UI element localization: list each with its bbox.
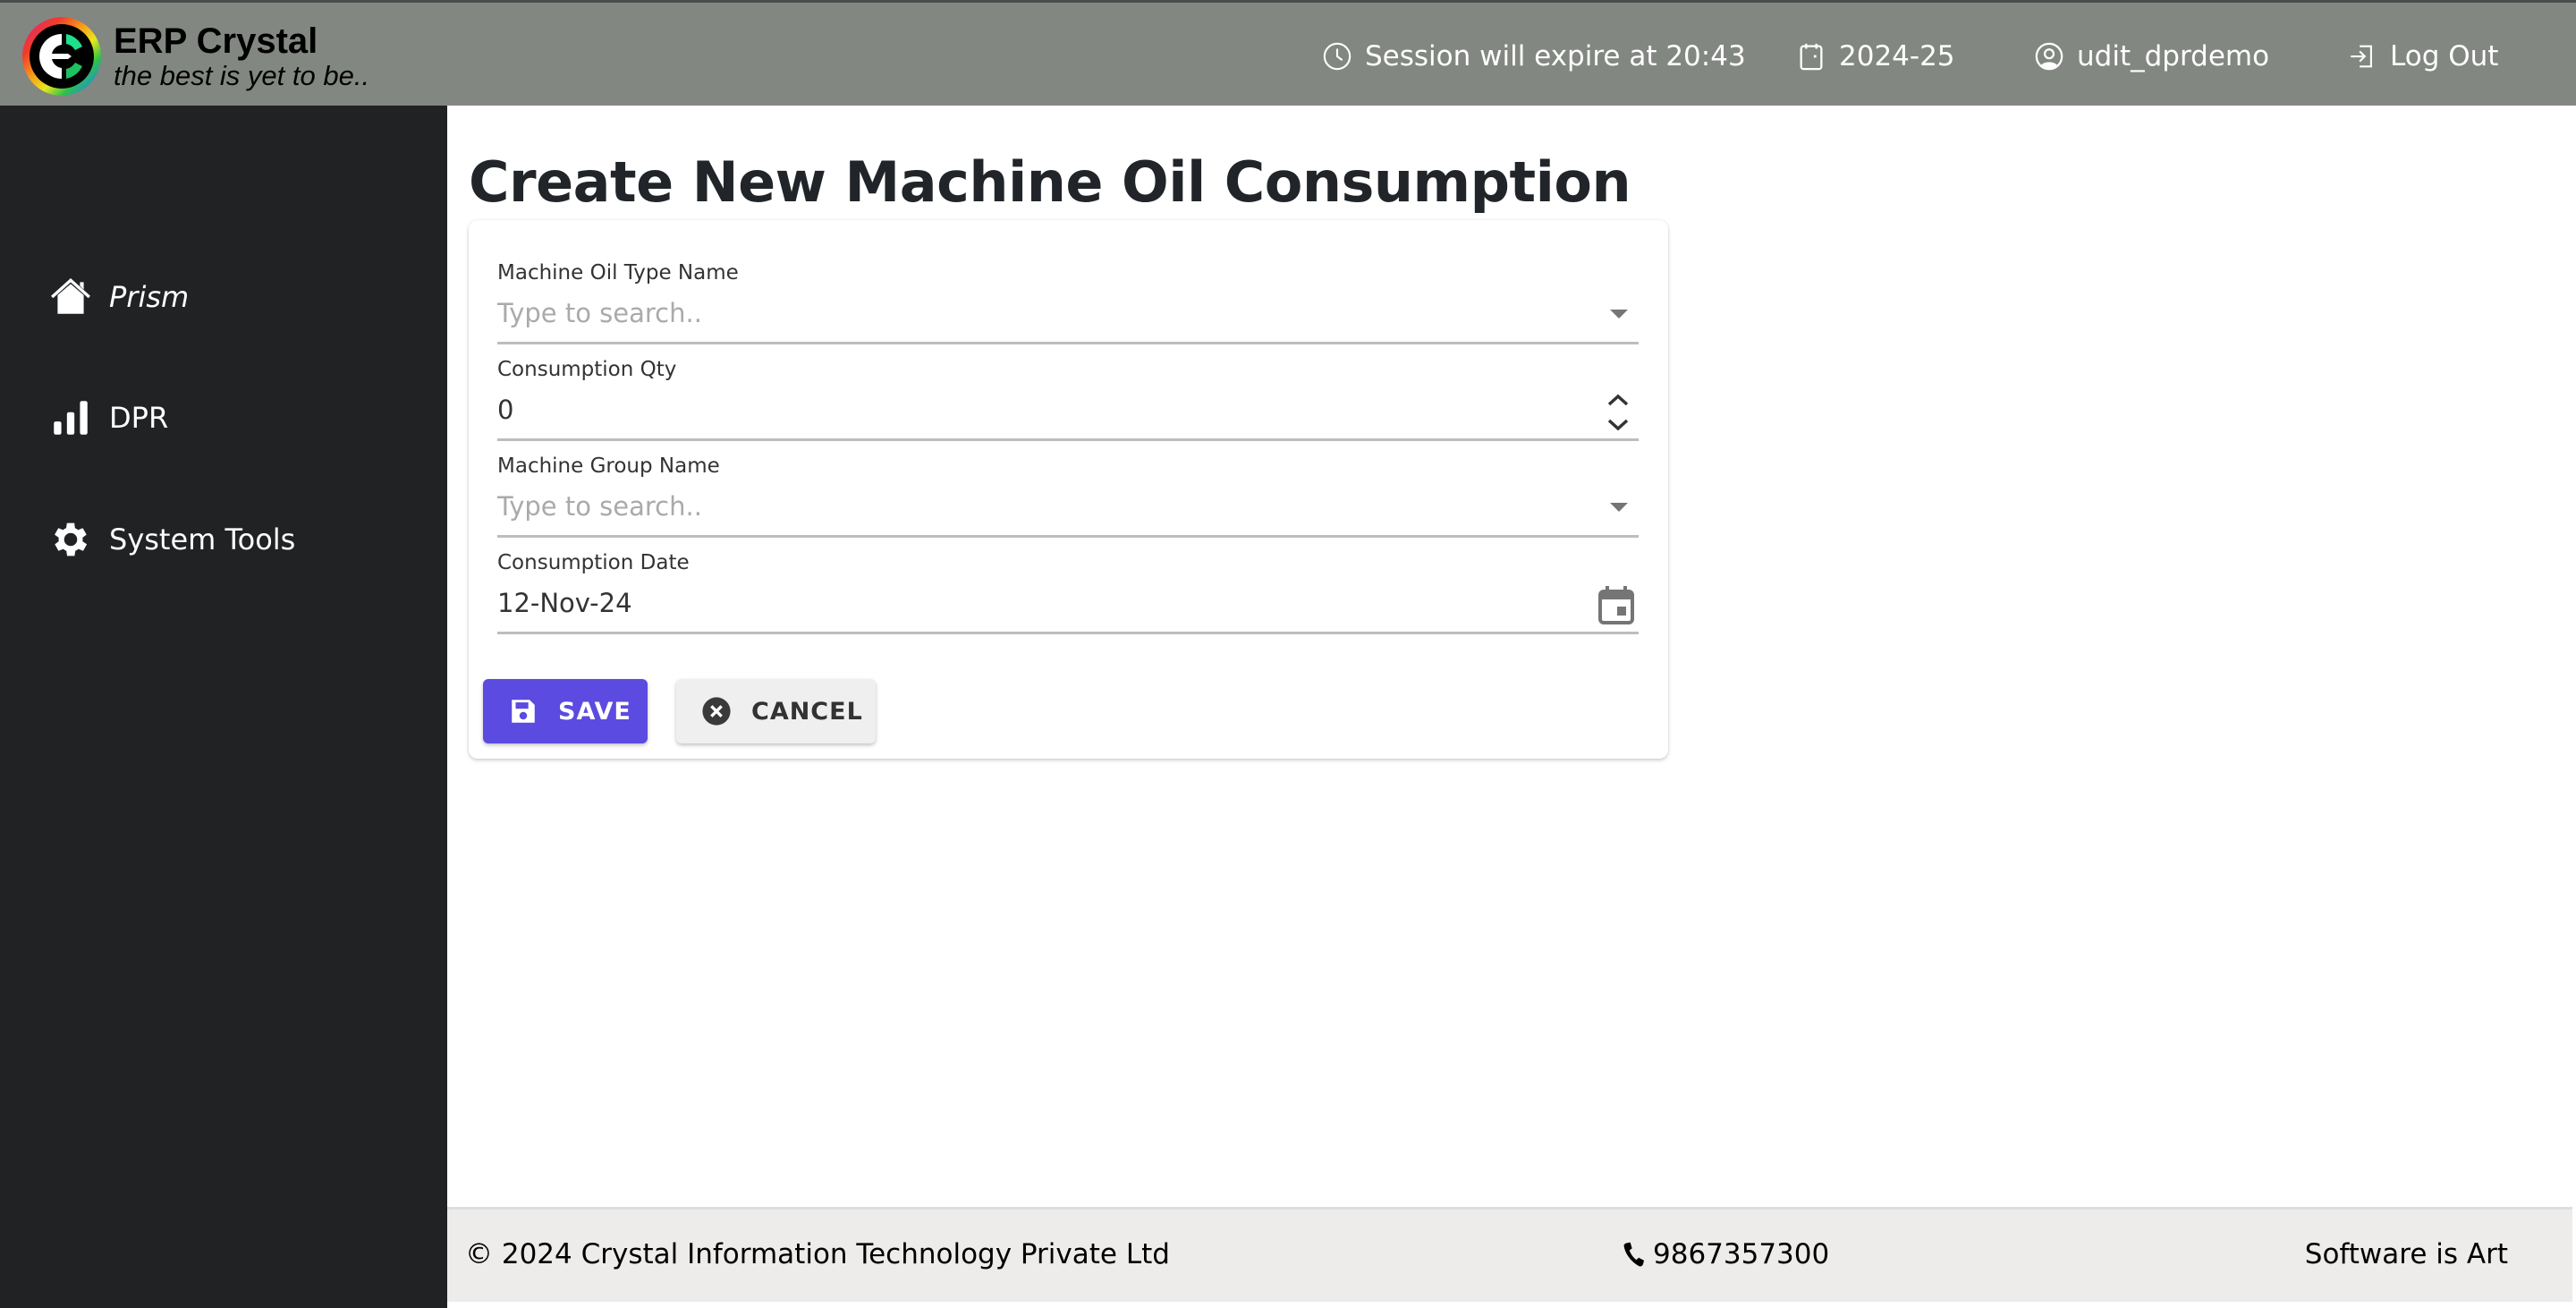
consumption-date-input[interactable] [497,582,1571,624]
footer: © 2024 Crystal Information Technology Pr… [447,1207,2572,1302]
dropdown-caret-icon[interactable] [1610,503,1628,512]
consumption-date-field: Consumption Date [497,549,1639,646]
clock-icon [1323,42,1352,71]
username-text: udit_dprdemo [2077,40,2270,72]
save-label: SAVE [558,697,631,726]
phone-icon [1623,1242,1644,1267]
consumption-qty-field: Consumption Qty [497,356,1639,453]
bar-chart-icon [54,401,88,435]
machine-group-input[interactable] [497,485,1571,528]
field-label: Machine Oil Type Name [497,261,739,285]
machine-group-field: Machine Group Name [497,453,1639,549]
cancel-button[interactable]: CANCEL [676,679,876,743]
app-name: ERP Crystal [114,21,318,61]
sidebar-item-dpr[interactable]: DPR [48,391,168,445]
phone-number: 9867357300 [1653,1238,1830,1270]
save-button[interactable]: SAVE [483,679,648,743]
sidebar: Prism DPR System Tools [0,106,447,1308]
user-circle-icon [2035,42,2063,71]
field-label: Consumption Qty [497,358,677,381]
field-label: Consumption Date [497,551,690,574]
gear-icon [55,522,88,556]
dropdown-caret-icon[interactable] [1610,310,1628,319]
sidebar-item-label: DPR [109,401,169,435]
machine-oil-consumption-form: Machine Oil Type Name Consumption Qty Ma… [469,220,1668,759]
cancel-label: CANCEL [751,697,863,726]
field-underline [497,438,1639,441]
financial-year-selector[interactable]: 2024-25 [1796,37,1955,76]
session-expiry: Session will expire at 20:43 [1322,37,1746,76]
field-label: Machine Group Name [497,454,720,478]
floppy-disk-icon [512,700,535,723]
machine-oil-type-field: Machine Oil Type Name [497,259,1639,356]
financial-year-text: 2024-25 [1839,40,1955,72]
home-icon [51,278,90,314]
logout-button[interactable]: Log Out [2347,37,2498,76]
calendar-icon [1800,43,1823,71]
sidebar-item-label: Prism [109,280,190,314]
close-circle-icon [702,697,731,726]
field-underline [497,342,1639,344]
sidebar-item-prism[interactable]: Prism [48,270,189,324]
sidebar-item-system-tools[interactable]: System Tools [48,513,295,566]
consumption-qty-input[interactable] [497,388,1571,431]
top-header: ERP Crystal the best is yet to be.. Sess… [0,0,2576,106]
app-tagline: the best is yet to be.. [114,60,370,91]
machine-oil-type-input[interactable] [497,292,1571,335]
slogan-text: Software is Art [2304,1238,2508,1270]
logout-label: Log Out [2390,40,2499,72]
copyright-text: © 2024 Crystal Information Technology Pr… [465,1238,1170,1270]
contact-phone: 9867357300 [1619,1238,1829,1270]
field-underline [497,535,1639,538]
field-underline [497,632,1639,634]
sidebar-item-label: System Tools [109,522,296,556]
page-title: Create New Machine Oil Consumption [469,149,1631,215]
logout-icon [2351,45,2372,68]
calendar-picker-icon[interactable] [1597,585,1635,624]
erp-crystal-logo-icon [22,17,101,96]
quantity-stepper-icon[interactable] [1605,388,1631,438]
session-expiry-text: Session will expire at 20:43 [1365,40,1746,72]
user-profile[interactable]: udit_dprdemo [2034,37,2269,76]
